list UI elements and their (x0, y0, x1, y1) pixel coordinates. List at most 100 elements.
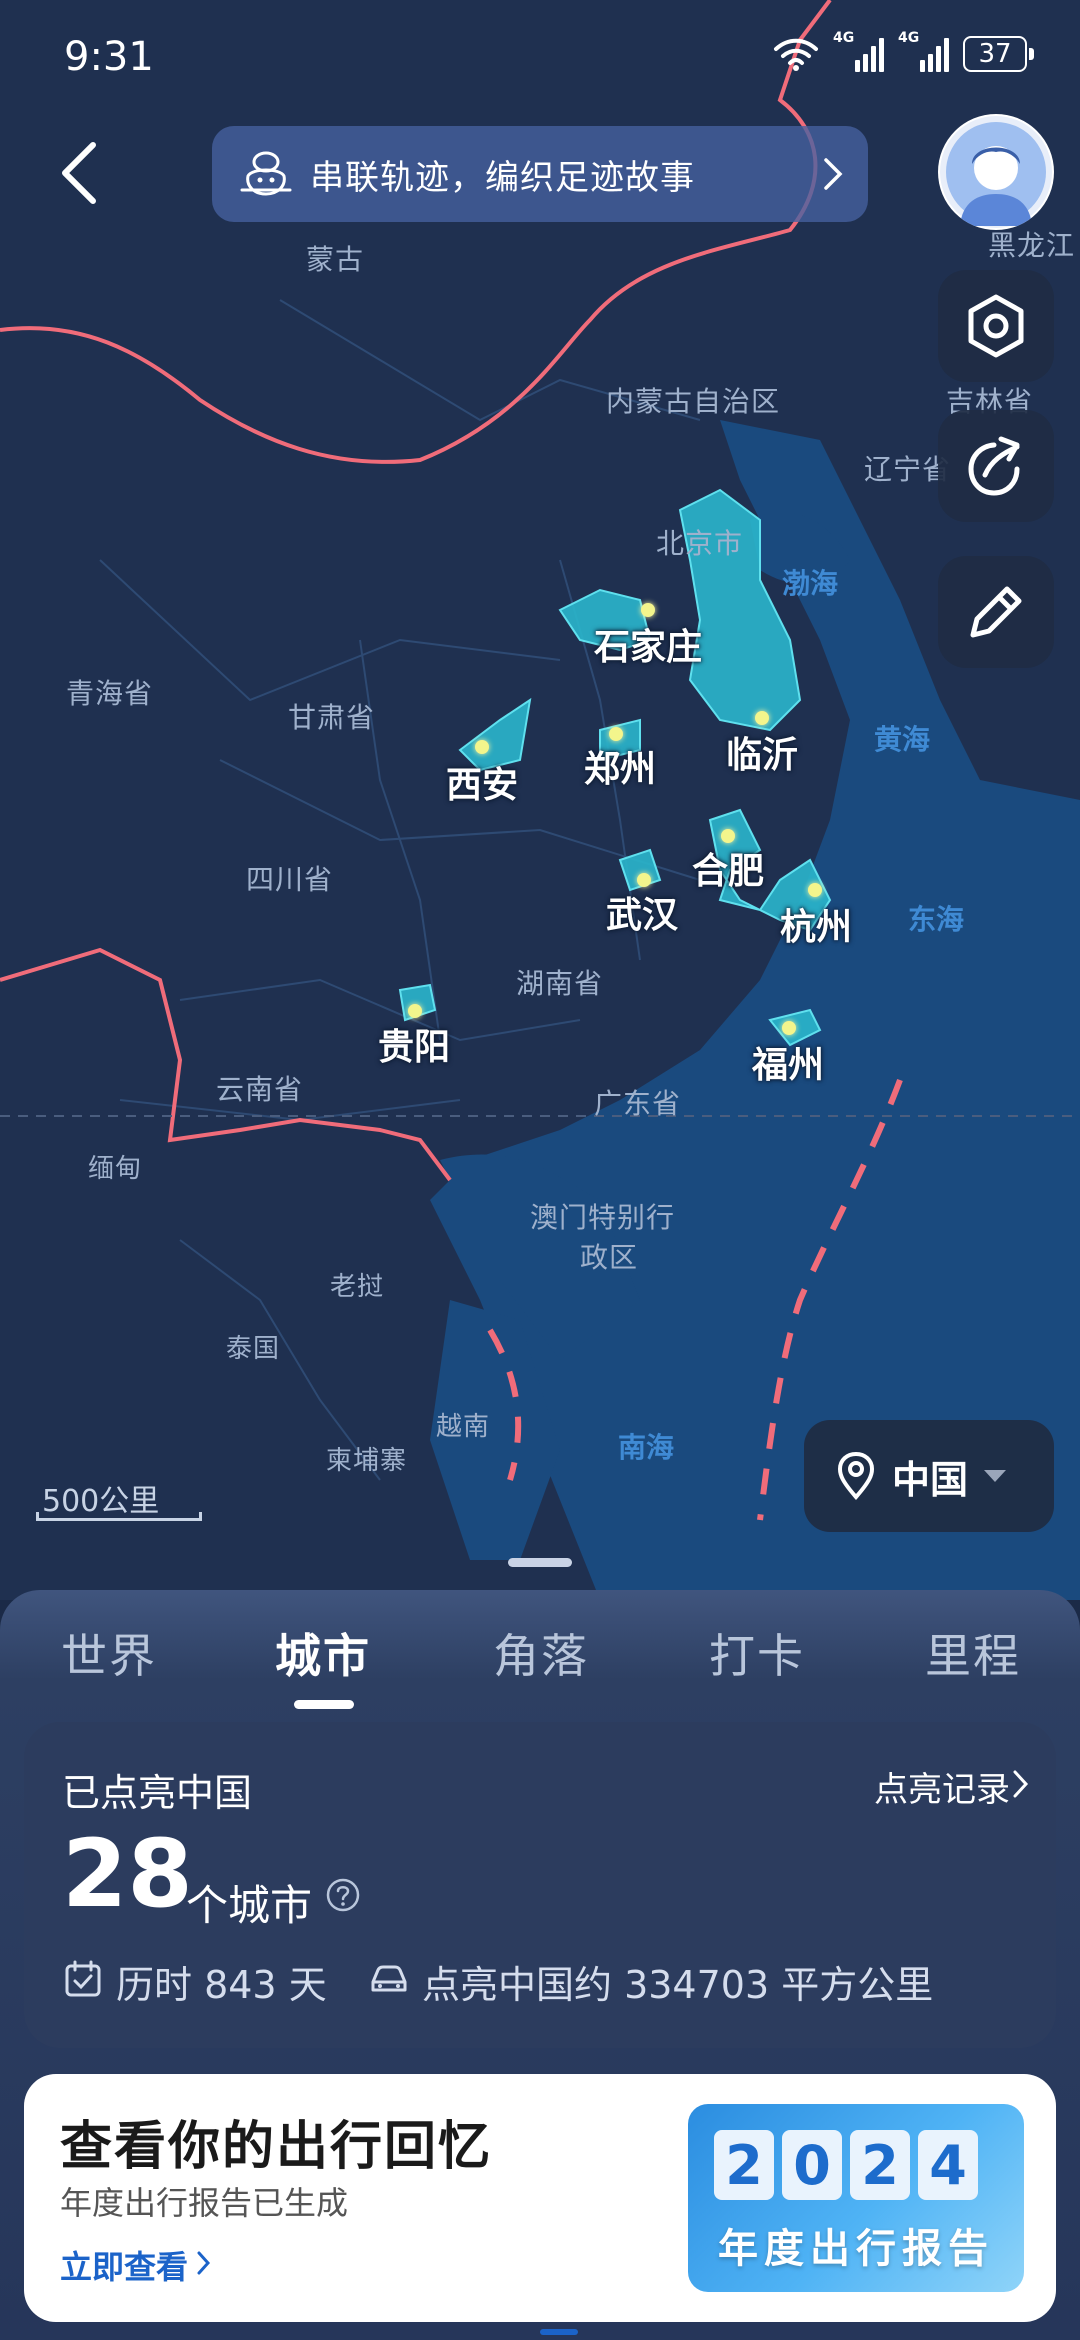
chevron-right-icon (197, 2251, 211, 2275)
label-south-china-sea: 南海 (618, 1431, 675, 1464)
battery-level: 37 (963, 36, 1027, 72)
map-scale: 500公里 (30, 1476, 230, 1521)
city-dot-wuhan (637, 873, 651, 887)
footprint-mascot-icon (240, 151, 292, 196)
city-count: 28 (62, 1820, 193, 1929)
city-count-unit: 个城市 (186, 1881, 313, 1930)
battery-icon: 37 (963, 36, 1034, 72)
label-bohai-sea: 渤海 (782, 567, 839, 600)
city-label-hefei[interactable]: 合肥 (692, 842, 764, 894)
settings-button[interactable] (938, 270, 1054, 382)
label-yunnan: 云南省 (216, 1073, 304, 1106)
edit-button[interactable] (938, 556, 1054, 668)
sheet-drag-handle[interactable] (508, 1558, 572, 1567)
trail-banner-text: 串联轨迹，编织足迹故事 (310, 157, 695, 198)
report-subtitle: 年度出行报告已生成 (60, 2184, 349, 2222)
report-badge: 2 0 2 4 年度出行报告 (688, 2104, 1024, 2292)
scale-line (36, 1512, 202, 1521)
status-time: 9:31 (64, 34, 154, 80)
label-sichuan: 四川省 (246, 863, 334, 896)
back-arrow-icon (62, 142, 96, 204)
tab-mileage[interactable]: 里程 (888, 1620, 1058, 1686)
tab-world[interactable]: 世界 (24, 1620, 194, 1686)
tab-checkin[interactable]: 打卡 (672, 1620, 842, 1686)
question-icon[interactable] (326, 1878, 360, 1912)
avatar[interactable] (938, 114, 1054, 230)
lit-area: 点亮中国约 334703 平方公里 (422, 1963, 934, 2007)
trail-story-banner[interactable]: 串联轨迹，编织足迹故事 (212, 126, 868, 222)
back-button[interactable] (44, 138, 114, 208)
city-dot-zhengzhou (609, 727, 623, 741)
signal-icon-1: 4G (833, 30, 884, 72)
status-icons: 4G 4G 37 (773, 30, 1034, 72)
calendar-check-icon (65, 1960, 101, 1997)
label-guangdong: 广东省 (594, 1087, 682, 1120)
city-label-wuhan[interactable]: 武汉 (606, 886, 678, 938)
label-yellow-sea: 黄海 (874, 723, 931, 756)
label-vietnam: 越南 (436, 1412, 491, 1442)
label-qinghai: 青海省 (66, 677, 154, 710)
label-cambodia: 柬埔寨 (326, 1446, 408, 1476)
pencil-icon (970, 586, 1022, 638)
car-icon (371, 1965, 407, 1992)
label-inner-mongolia: 内蒙古自治区 (606, 385, 781, 418)
city-label-linyi[interactable]: 临沂 (726, 726, 798, 778)
signal-icon-2: 4G (898, 30, 949, 72)
location-pin-icon (837, 1451, 875, 1501)
days-duration: 历时 843 天 (116, 1963, 327, 2007)
hexagon-settings-icon (968, 294, 1024, 358)
report-view-link[interactable]: 立即查看 (60, 2242, 188, 2288)
city-label-zhengzhou[interactable]: 郑州 (584, 740, 656, 792)
city-label-xian[interactable]: 西安 (446, 756, 518, 808)
tab-corner[interactable]: 角落 (456, 1620, 626, 1686)
city-dot-guiyang (408, 1004, 422, 1018)
label-gansu: 甘肃省 (288, 701, 376, 734)
city-dot-shijiazhuang (641, 603, 655, 617)
avatar-image (940, 116, 1052, 228)
map-view[interactable]: 蒙古 内蒙古自治区 黑龙江 吉林省 辽宁省 青海省 甘肃省 四川省 湖南省 云南… (0, 0, 1080, 1600)
wifi-icon (774, 38, 818, 71)
label-myanmar: 缅甸 (88, 1154, 143, 1184)
report-year: 2 0 2 4 (714, 2130, 978, 2200)
year-digit: 0 (782, 2130, 842, 2200)
city-label-hangzhou[interactable]: 杭州 (780, 898, 852, 950)
city-dot-linyi (755, 711, 769, 725)
tab-city[interactable]: 城市 (238, 1620, 408, 1686)
chevron-right-icon (824, 158, 843, 190)
page-indicator (540, 2329, 578, 2335)
city-label-guiyang[interactable]: 贵阳 (378, 1018, 450, 1070)
region-select-value: 中国 (892, 1457, 969, 1502)
year-digit: 2 (850, 2130, 910, 2200)
signal-tag-1: 4G (833, 30, 855, 46)
city-dot-xian (475, 740, 489, 754)
year-digit: 2 (714, 2130, 774, 2200)
caret-down-icon (984, 1470, 1007, 1482)
tab-indicator (294, 1700, 354, 1709)
report-title: 查看你的出行回忆 (60, 2117, 493, 2177)
city-dot-fuzhou (782, 1021, 796, 1035)
stats-card: 已点亮中国 点亮记录 28 个城市 历时 843 天 点亮中国约 334703 … (24, 1722, 1056, 2048)
label-thailand: 泰国 (226, 1334, 281, 1364)
chevron-right-icon (1013, 1770, 1029, 1798)
region-select[interactable]: 中国 (804, 1420, 1054, 1532)
city-dot-hangzhou (808, 883, 822, 897)
share-button[interactable] (938, 410, 1054, 522)
annual-report-card[interactable]: 查看你的出行回忆 年度出行报告已生成 立即查看 2 0 2 4 年度出行报告 (24, 2074, 1056, 2322)
city-dot-hefei (721, 829, 735, 843)
label-heilongjiang: 黑龙江 (988, 229, 1076, 262)
signal-tag-2: 4G (898, 30, 920, 46)
city-label-fuzhou[interactable]: 福州 (752, 1036, 824, 1088)
label-east-china-sea: 东海 (908, 903, 965, 936)
report-badge-label: 年度出行报告 (718, 2226, 994, 2272)
lit-title: 已点亮中国 (62, 1771, 253, 1815)
label-beijing: 北京市 (656, 527, 744, 560)
label-hunan: 湖南省 (516, 967, 604, 1000)
label-macau-2: 政区 (580, 1241, 639, 1274)
label-mongolia: 蒙古 (306, 243, 365, 276)
city-label-shijiazhuang[interactable]: 石家庄 (594, 618, 702, 670)
category-tabs: 世界 城市 角落 打卡 里程 (0, 1620, 1080, 1720)
status-bar: 9:31 4G 4G 37 (0, 0, 1080, 120)
lit-record-link[interactable]: 点亮记录 (874, 1762, 1010, 1811)
label-laos: 老挝 (330, 1272, 385, 1302)
share-icon (968, 436, 1020, 496)
